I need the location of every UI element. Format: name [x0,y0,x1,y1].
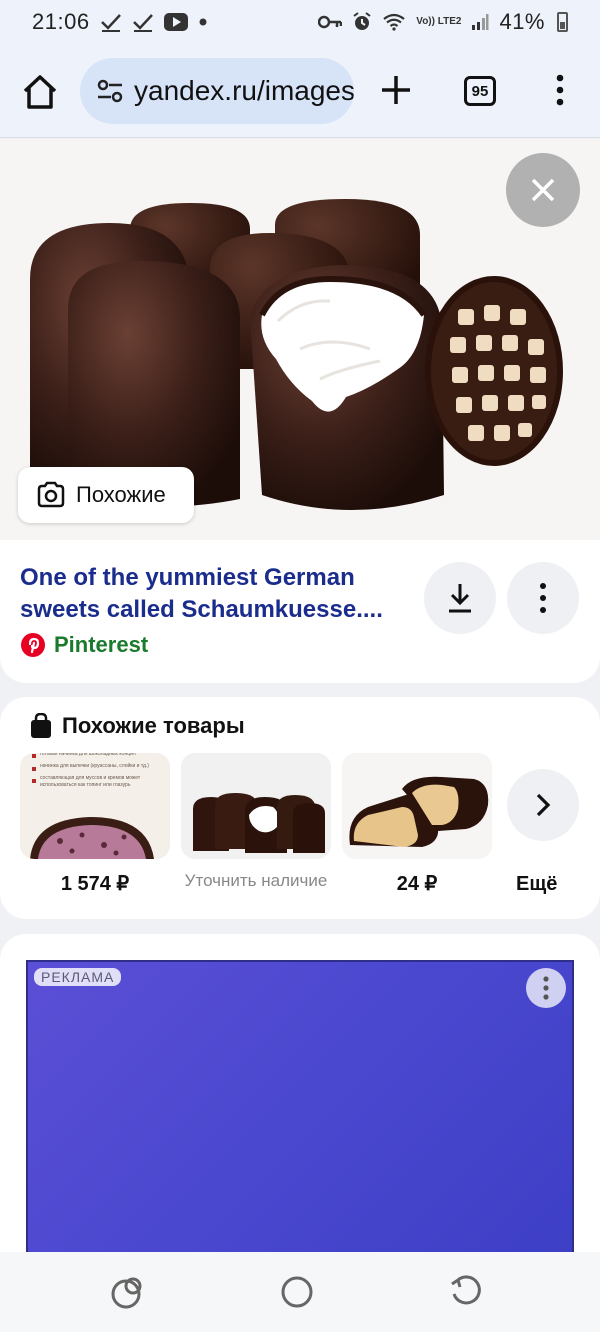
product-card-3[interactable]: 24 ₽ [342,753,492,896]
product-thumbnail [342,753,492,859]
back-nav-button[interactable] [448,1274,484,1310]
products-next-button[interactable] [507,769,579,841]
ad-banner[interactable]: РЕКЛАМА [26,960,574,1260]
back-icon [451,1275,481,1305]
more-vertical-icon [543,976,549,1000]
product-price: 24 ₽ [396,873,438,895]
home-nav-button[interactable] [279,1274,315,1310]
close-button[interactable] [506,153,580,227]
product-thumbnail: готовая начинка для шоколадных конфет на… [20,753,170,859]
product-card-2[interactable]: Уточнить наличие [181,753,331,891]
wifi-icon [382,13,406,31]
similar-products-header: Похожие товары [30,713,245,739]
image-viewer[interactable]: Похожие [0,139,600,540]
similar-products-card: Похожие товары готовая начинка для шокол… [0,697,600,919]
pinterest-icon [21,633,45,657]
source-link[interactable]: Pinterest [20,632,148,658]
result-title-link[interactable]: One of the yummiest German sweets called… [20,562,415,626]
products-more-link[interactable]: Ещё [516,873,557,896]
home-circle-icon [281,1276,313,1308]
product-price: 1 574 ₽ [60,873,130,895]
signal-icon [471,13,489,31]
more-vertical-icon [556,74,564,106]
ad-menu-button[interactable] [526,968,566,1008]
browser-menu-button[interactable] [548,72,572,108]
status-right: Vo)) LTE2 41% [318,9,568,35]
ad-card: РЕКЛАМА [0,934,600,1264]
check-icon [132,11,154,33]
ad-label: РЕКЛАМА [34,968,122,986]
more-vertical-icon [540,583,546,613]
check-icon [100,11,122,33]
result-title-line1: One of the yummiest German [20,564,355,591]
camera-search-icon [37,481,65,508]
url-text: yandex.ru/images [134,75,354,106]
result-title-line2: sweets called Schaumkuesse.... [20,596,383,623]
battery-icon [557,12,568,32]
youtube-icon [163,13,188,31]
product-thumb-caption: готовая начинка для шоколадных конфет на… [40,753,149,788]
home-icon [23,75,57,109]
address-bar[interactable]: yandex.ru/images [80,58,354,124]
plus-icon [382,76,410,104]
source-name: Pinterest [54,632,149,657]
assistant-icon [111,1277,142,1309]
assistant-button[interactable] [110,1274,146,1310]
key-icon [318,15,343,29]
status-time: 21:06 [32,9,90,34]
product-thumbnail [181,753,331,859]
result-info-card: One of the yummiest German sweets called… [0,540,600,683]
status-left: 21:06 [32,9,208,35]
home-button[interactable] [20,72,60,112]
product-card-1[interactable]: готовая начинка для шоколадных конфет на… [20,753,170,896]
chevron-right-icon [536,793,551,817]
result-more-button[interactable] [507,562,579,634]
dot-icon [198,17,208,27]
product-availability: Уточнить наличие [184,871,328,890]
tab-switcher-button[interactable]: 95 [464,76,496,106]
download-button[interactable] [424,562,496,634]
battery-percent: 41% [499,9,545,34]
site-settings-icon[interactable] [94,75,126,107]
browser-toolbar: yandex.ru/images 95 [0,44,600,138]
similar-products-title: Похожие товары [62,713,245,738]
close-icon [531,178,555,202]
similar-search-label: Похожие [76,482,166,507]
shopping-bag-icon [31,713,51,738]
similar-search-button[interactable]: Похожие [18,467,194,523]
status-bar: 21:06 Vo)) LTE2 41% [0,0,600,44]
bottom-navigation [0,1252,600,1332]
alarm-icon [352,12,372,32]
volte-icon: Vo)) LTE2 [416,16,462,27]
download-icon [449,584,471,613]
new-tab-button[interactable] [378,72,414,108]
